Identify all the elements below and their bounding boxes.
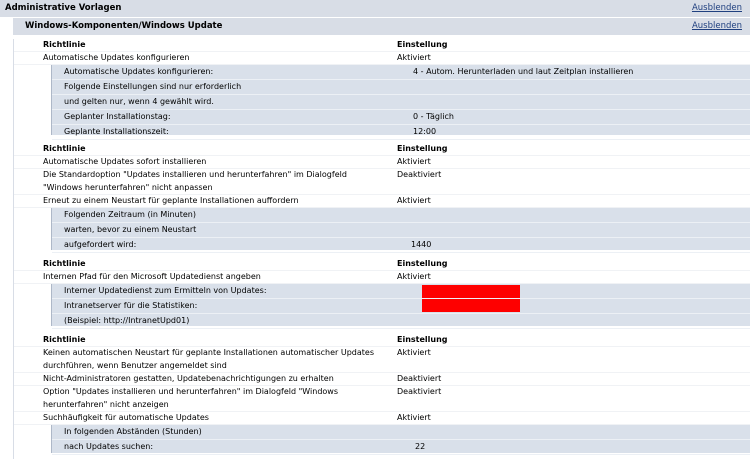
column-header-row: Richtlinie Einstellung (14, 258, 750, 271)
policy-name: Automatische Updates konfigurieren (43, 53, 190, 62)
detail-row: und gelten nur, wenn 4 gewählt wird. (52, 95, 750, 110)
column-header-row: Richtlinie Einstellung (14, 39, 750, 52)
table-row: Erneut zu einem Neustart für geplante In… (14, 195, 750, 208)
hide-admin-templates-link[interactable]: Ausblenden (692, 0, 742, 17)
policy-setting: Aktiviert (397, 348, 431, 357)
column-header-policy: Richtlinie (43, 335, 86, 344)
column-header-setting: Einstellung (397, 40, 448, 49)
table-row: Die Standardoption "Updates installieren… (14, 169, 750, 195)
policy-name: Erneut zu einem Neustart für geplante In… (43, 196, 299, 205)
policy-name: Internen Pfad für den Microsoft Updatedi… (43, 272, 261, 281)
detail-value: 0 - Täglich (413, 112, 454, 121)
policy-name: Nicht-Administratoren gestatten, Updateb… (43, 374, 334, 383)
policy-name: Automatische Updates sofort installieren (43, 157, 207, 166)
detail-label: Interner Updatedienst zum Ermitteln von … (64, 286, 267, 295)
detail-panel: In folgenden Abständen (Stunden) nach Up… (51, 425, 750, 455)
column-header-policy: Richtlinie (43, 144, 86, 153)
table-row: Internen Pfad für den Microsoft Updatedi… (14, 271, 750, 284)
policy-section: Richtlinie Einstellung Automatische Upda… (14, 143, 750, 253)
table-row: Keinen automatischen Neustart für geplan… (14, 347, 750, 373)
detail-label: Geplante Installationszeit: (64, 127, 169, 136)
table-row: Suchhäufigkeit für automatische Updates … (14, 412, 750, 425)
policy-setting: Aktiviert (397, 196, 431, 205)
policy-setting: Deaktiviert (397, 170, 442, 179)
table-row: Automatische Updates sofort installieren… (14, 156, 750, 169)
detail-row: Intranetserver für die Statistiken: (52, 299, 750, 314)
table-row: Option "Updates installieren und herunte… (14, 386, 750, 412)
detail-value: 12:00 (413, 127, 437, 136)
column-header-row: Richtlinie Einstellung (14, 334, 750, 347)
header-title: Administrative Vorlagen (5, 3, 122, 13)
detail-value: 1440 (411, 240, 432, 249)
detail-row: nach Updates suchen: 22 (52, 440, 750, 455)
policy-section: Richtlinie Einstellung Keinen automatisc… (14, 334, 750, 455)
detail-row: Interner Updatedienst zum Ermitteln von … (52, 284, 750, 299)
policy-setting: Deaktiviert (397, 387, 442, 396)
detail-row: aufgefordert wird: 1440 (52, 238, 750, 253)
policy-content: Richtlinie Einstellung Automatische Upda… (13, 39, 750, 459)
detail-row: Automatische Updates konfigurieren: 4 - … (52, 65, 750, 80)
windows-update-header: Windows-Komponenten/Windows Update Ausbl… (13, 18, 750, 36)
column-header-row: Richtlinie Einstellung (14, 143, 750, 156)
column-header-setting: Einstellung (397, 259, 448, 268)
policy-name: Suchhäufigkeit für automatische Updates (43, 413, 209, 422)
column-header-policy: Richtlinie (43, 40, 86, 49)
detail-value: 22 (415, 442, 426, 451)
detail-label: Folgenden Zeitraum (in Minuten) (64, 210, 196, 219)
policy-section: Richtlinie Einstellung Internen Pfad für… (14, 258, 750, 329)
detail-label: Folgende Einstellungen sind nur erforder… (64, 82, 242, 91)
policy-setting: Deaktiviert (397, 374, 442, 383)
detail-panel: Automatische Updates konfigurieren: 4 - … (51, 65, 750, 140)
detail-value: 4 - Autom. Herunterladen und laut Zeitpl… (413, 67, 634, 76)
hide-windows-update-link[interactable]: Ausblenden (692, 18, 742, 35)
detail-label: und gelten nur, wenn 4 gewählt wird. (64, 97, 214, 106)
table-row: Nicht-Administratoren gestatten, Updateb… (14, 373, 750, 386)
detail-row: Geplante Installationszeit: 12:00 (52, 125, 750, 140)
detail-label: Geplanter Installationstag: (64, 112, 171, 121)
detail-row: warten, bevor zu einem Neustart (52, 223, 750, 238)
detail-panel: Folgenden Zeitraum (in Minuten) warten, … (51, 208, 750, 253)
detail-row: Geplanter Installationstag: 0 - Täglich (52, 110, 750, 125)
policy-name: Keinen automatischen Neustart für geplan… (43, 348, 375, 370)
column-header-setting: Einstellung (397, 144, 448, 153)
policy-setting: Aktiviert (397, 413, 431, 422)
table-row: Automatische Updates konfigurieren Aktiv… (14, 52, 750, 65)
column-header-policy: Richtlinie (43, 259, 86, 268)
policy-name: Die Standardoption "Updates installieren… (43, 170, 347, 192)
detail-label: warten, bevor zu einem Neustart (64, 225, 197, 234)
subheader-title: Windows-Komponenten/Windows Update (25, 21, 223, 31)
policy-section: Richtlinie Einstellung Automatische Upda… (14, 39, 750, 140)
policy-setting: Aktiviert (397, 157, 431, 166)
detail-label: nach Updates suchen: (64, 442, 154, 451)
policy-setting: Aktiviert (397, 272, 431, 281)
detail-label: Intranetserver für die Statistiken: (64, 301, 198, 310)
detail-row: Folgende Einstellungen sind nur erforder… (52, 80, 750, 95)
detail-panel: Interner Updatedienst zum Ermitteln von … (51, 284, 750, 329)
detail-label: Automatische Updates konfigurieren: (64, 67, 214, 76)
detail-row: (Beispiel: http://IntranetUpd01) (52, 314, 750, 329)
detail-row: Folgenden Zeitraum (in Minuten) (52, 208, 750, 223)
detail-label: In folgenden Abständen (Stunden) (64, 427, 202, 436)
policy-name: Option "Updates installieren und herunte… (43, 387, 339, 409)
detail-label: (Beispiel: http://IntranetUpd01) (64, 316, 190, 325)
admin-templates-header: Administrative Vorlagen Ausblenden (0, 0, 750, 18)
detail-row: In folgenden Abständen (Stunden) (52, 425, 750, 440)
column-header-setting: Einstellung (397, 335, 448, 344)
policy-setting: Aktiviert (397, 53, 431, 62)
detail-label: aufgefordert wird: (64, 240, 137, 249)
